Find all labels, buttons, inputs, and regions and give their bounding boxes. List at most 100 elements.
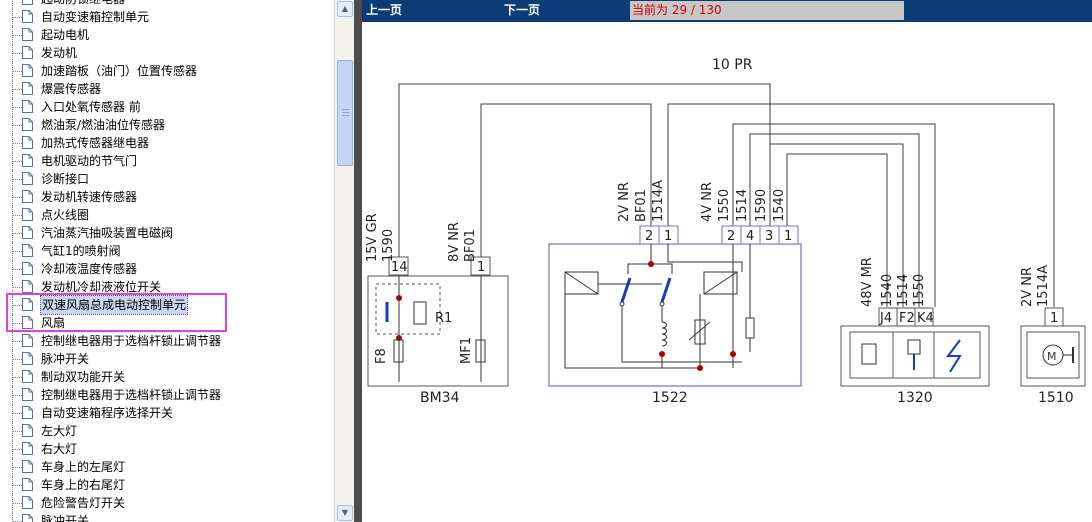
tree-item[interactable]: 汽油蒸汽抽吸装置电磁阀: [0, 224, 334, 242]
page-indicator: 当前为 29 / 130: [632, 3, 722, 17]
bm34-label: BM34: [420, 390, 460, 406]
tree-item-label: 诊断接口: [41, 172, 90, 186]
tree-item-label: 控制继电器用于选档杆锁止调节器: [41, 388, 222, 402]
relay-pin: 1: [664, 229, 672, 244]
tree-item[interactable]: 燃油泵/燃油油位传感器: [0, 116, 334, 134]
tree-item[interactable]: 车身上的左尾灯: [0, 458, 334, 476]
bm34-mf1-label: MF1: [459, 337, 474, 364]
document-icon: [22, 0, 33, 5]
tree-item-label: 制动双功能开关: [41, 370, 126, 384]
unit-wire-num: 1550: [912, 274, 927, 307]
tree-item-label: 冷却液温度传感器: [41, 262, 138, 276]
tree-item[interactable]: 点火线圈: [0, 206, 334, 224]
connector-top-label: 10 PR: [712, 57, 753, 73]
tree-item[interactable]: 左大灯: [0, 422, 334, 440]
tree-item-label: 电机驱动的节气门: [41, 154, 138, 168]
document-icon: [22, 442, 33, 455]
document-icon: [22, 424, 33, 437]
svg-text:M: M: [1047, 350, 1057, 363]
document-icon: [22, 118, 33, 131]
bf01-wire-code: 8V NR: [447, 222, 462, 262]
arrow-up-icon: ▲: [341, 4, 349, 13]
document-icon: [22, 478, 33, 491]
relay-1522-label: 1522: [652, 390, 688, 406]
tree-item-label: 右大灯: [41, 442, 78, 456]
tree-item[interactable]: 制动双功能开关: [0, 368, 334, 386]
tree-item-label: 危险警告灯开关: [41, 496, 126, 510]
bm34-pin-2: 1: [477, 260, 485, 275]
relay-wire-num: 1514: [735, 189, 750, 222]
unit-wire-code: 48V MR: [860, 257, 875, 307]
document-icon: [22, 334, 33, 347]
tree-item[interactable]: 脉冲开关: [0, 350, 334, 368]
document-icon: [22, 46, 33, 59]
tree-item[interactable]: 入口处氧传感器 前: [0, 98, 334, 116]
tree-item[interactable]: 自动变速箱程序选择开关: [0, 404, 334, 422]
highlight-box: [6, 293, 227, 332]
tree-item[interactable]: 控制继电器用于选档杆锁止调节器: [0, 386, 334, 404]
tree-item[interactable]: 控制继电器用于选档杆锁止调节器: [0, 332, 334, 350]
fan-pin: 1: [1050, 311, 1058, 326]
pane-splitter[interactable]: [354, 0, 362, 522]
tree-item[interactable]: 冷却液温度传感器: [0, 260, 334, 278]
tree-item[interactable]: 危险警告灯开关: [0, 494, 334, 512]
document-icon: [22, 388, 33, 401]
scroll-up-button[interactable]: ▲: [337, 1, 353, 17]
document-icon: [22, 280, 33, 293]
tree-item[interactable]: 电机驱动的节气门: [0, 152, 334, 170]
document-icon: [22, 352, 33, 365]
scroll-thumb[interactable]: [337, 60, 353, 166]
document-icon: [22, 514, 33, 522]
tree-item[interactable]: 起动电机: [0, 26, 334, 44]
tree-item[interactable]: 右大灯: [0, 440, 334, 458]
prev-page-link[interactable]: 上一页: [366, 2, 402, 18]
tree-item[interactable]: 发动机: [0, 44, 334, 62]
tree-item-label: 控制继电器用于选档杆锁止调节器: [41, 334, 222, 348]
tree-item-label: 脉冲开关: [41, 352, 90, 366]
fan-1510-label: 1510: [1038, 390, 1074, 406]
relay-pin: 4: [746, 229, 754, 244]
tree-item[interactable]: 脉冲开关: [0, 512, 334, 522]
unit-1320-component: J4 F2 K4 48V MR 1540 1514 1550 1320: [840, 257, 990, 406]
relay-wire-num: 1590: [754, 189, 769, 222]
tree-item-label: 左大灯: [41, 424, 78, 438]
vertical-scrollbar[interactable]: ▲ ▼: [334, 0, 354, 522]
tree-item-label: 汽油蒸汽抽吸装置电磁阀: [41, 226, 174, 240]
wiring-diagram: 10 PR 14 1 15V GR 1590 8V NR BF01 R1 F8 …: [365, 57, 1086, 406]
tree-item[interactable]: 起动防锁继电器: [0, 0, 334, 8]
tree-item-label: 自动变速箱程序选择开关: [41, 406, 174, 420]
relay-wire-num: 1514A: [651, 180, 666, 222]
next-page-link[interactable]: 下一页: [504, 2, 540, 18]
bm34-f8-label: F8: [374, 348, 389, 364]
tree-item[interactable]: 诊断接口: [0, 170, 334, 188]
relay-wire-code: 2V NR: [617, 182, 632, 222]
nav-bar: 上一页 下一页 当前为 29 / 130: [362, 0, 1092, 22]
tree-item-label: 燃油泵/燃油油位传感器: [41, 118, 166, 132]
tree-item[interactable]: 气缸1的喷射阀: [0, 242, 334, 260]
tree-item[interactable]: 发动机转速传感器: [0, 188, 334, 206]
tree-item-label: 爆震传感器: [41, 82, 102, 96]
tree-panel: 起动防锁继电器自动变速箱控制单元起动电机发动机加速踏板（油门）位置传感器爆震传感…: [0, 0, 334, 522]
unit-pin: J4: [879, 311, 892, 326]
tree-item-label: 点火线圈: [41, 208, 90, 222]
tree-item-label: 气缸1的喷射阀: [41, 244, 121, 258]
tree-item-label: 起动电机: [41, 28, 90, 42]
relay-wire-num: 1540: [772, 189, 787, 222]
tree-item[interactable]: 自动变速箱控制单元: [0, 8, 334, 26]
bf01-wire-num: BF01: [463, 229, 478, 262]
tree-item[interactable]: 加热式传感器继电器: [0, 134, 334, 152]
tree-item[interactable]: 车身上的右尾灯: [0, 476, 334, 494]
document-icon: [22, 64, 33, 77]
tree-item-label: 发动机转速传感器: [41, 190, 138, 204]
document-icon: [22, 172, 33, 185]
document-icon: [22, 460, 33, 473]
scroll-down-button[interactable]: ▼: [337, 505, 353, 521]
bm34-wire-code: 15V GR: [365, 213, 380, 262]
unit-pin: F2: [899, 311, 915, 326]
unit-wire-num: 1514: [896, 274, 911, 307]
document-icon: [22, 226, 33, 239]
document-icon: [22, 370, 33, 383]
relay-wire-num: BF01: [634, 189, 649, 222]
tree-item[interactable]: 爆震传感器: [0, 80, 334, 98]
tree-item[interactable]: 加速踏板（油门）位置传感器: [0, 62, 334, 80]
